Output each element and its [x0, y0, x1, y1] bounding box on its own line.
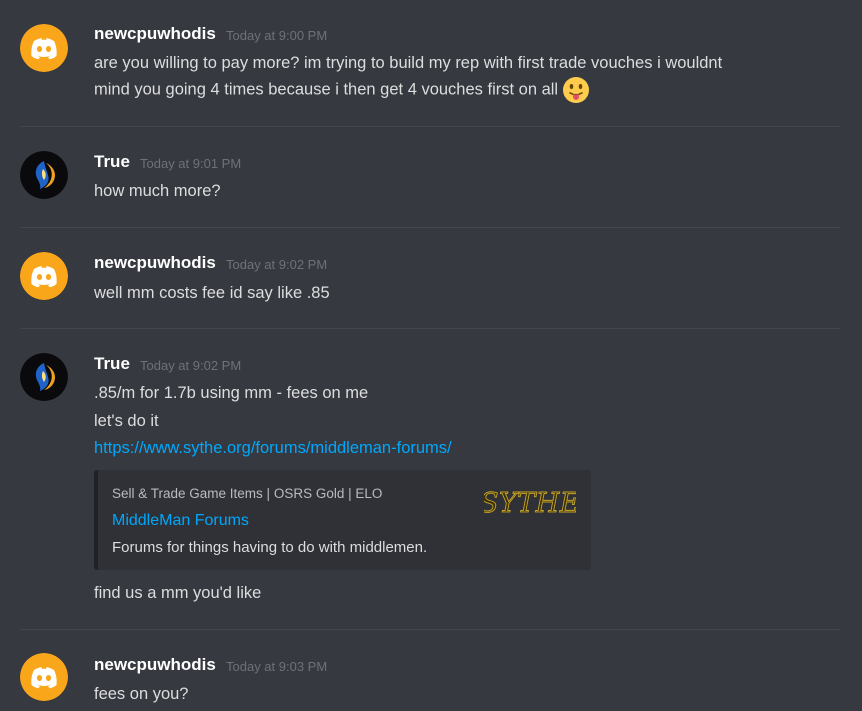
message-link[interactable]: https://www.sythe.org/forums/middleman-f…	[94, 439, 452, 457]
message-text: find us a mm you'd like	[94, 584, 262, 602]
message-timestamp: Today at 9:03 PM	[226, 659, 328, 674]
message-timestamp: Today at 9:02 PM	[140, 358, 242, 373]
discord-logo-avatar[interactable]	[20, 252, 68, 300]
message-text: .85/m for 1.7b using mm - fees on me	[94, 384, 369, 402]
message-author[interactable]: newcpuwhodis	[94, 24, 216, 44]
message-timestamp: Today at 9:02 PM	[226, 257, 328, 272]
message-author[interactable]: newcpuwhodis	[94, 253, 216, 273]
message-text: let's do it	[94, 412, 159, 430]
message-text: well mm costs fee id say like .85	[94, 284, 330, 302]
message-text: are you willing to pay more? im trying t…	[94, 54, 723, 72]
message-link-line: https://www.sythe.org/forums/middleman-f…	[94, 437, 452, 459]
message-text-line: mind you going 4 times because i then ge…	[94, 76, 590, 104]
chat-messages: newcpuwhodis Today at 9:00 PM are you wi…	[0, 0, 862, 711]
message-author[interactable]: True	[94, 354, 130, 374]
discord-logo-avatar[interactable]	[20, 653, 68, 701]
discord-logo-avatar[interactable]	[20, 24, 68, 72]
message-timestamp: Today at 9:00 PM	[226, 28, 328, 43]
message-divider	[20, 227, 840, 228]
message-text: mind you going 4 times because i then ge…	[94, 80, 559, 99]
dark-orb-avatar[interactable]	[20, 151, 68, 199]
sythe-logo[interactable]: SYTHE	[484, 482, 576, 522]
message-author[interactable]: True	[94, 152, 130, 172]
message-divider	[20, 328, 840, 329]
link-embed: Sell & Trade Game Items | OSRS Gold | EL…	[94, 470, 591, 570]
embed-provider[interactable]: Sell & Trade Game Items | OSRS Gold | EL…	[112, 486, 382, 501]
embed-title[interactable]: MiddleMan Forums	[112, 512, 249, 530]
embed-description: Forums for things having to do with midd…	[112, 539, 428, 556]
message-text: fees on you?	[94, 685, 189, 703]
message-divider	[20, 126, 840, 127]
message-divider	[20, 629, 840, 630]
message-author[interactable]: newcpuwhodis	[94, 655, 216, 675]
sythe-logo-text: SYTHE	[484, 488, 576, 519]
tongue-out-emoji	[563, 77, 590, 103]
message-timestamp: Today at 9:01 PM	[140, 156, 242, 171]
dark-orb-avatar[interactable]	[20, 353, 68, 401]
message-text: how much more?	[94, 182, 221, 200]
